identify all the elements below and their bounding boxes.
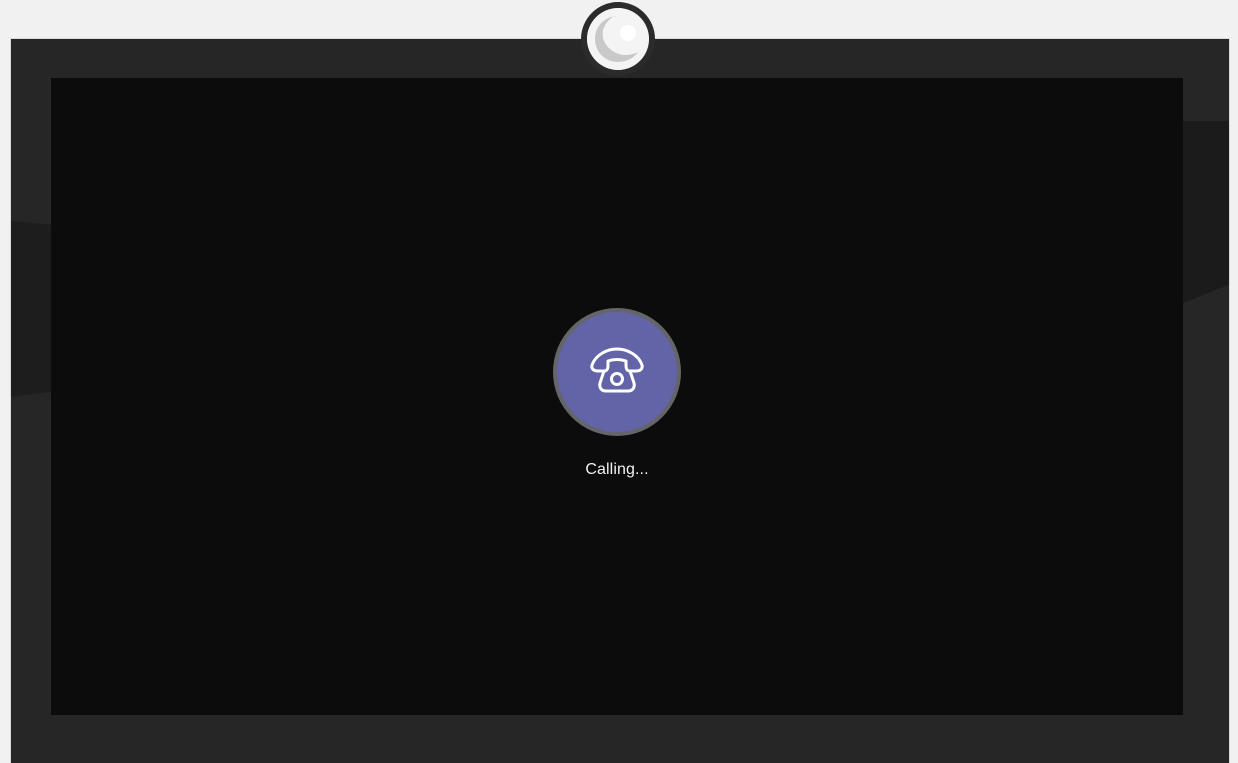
camera-lens-icon [587,8,649,70]
phone-icon [590,347,644,393]
frame-left-facet [11,221,51,397]
frame-right-facet [1183,121,1229,303]
call-status: Calling... [585,461,649,478]
camera [581,2,655,76]
call-avatar-inner [557,312,677,432]
call-avatar [553,308,681,436]
